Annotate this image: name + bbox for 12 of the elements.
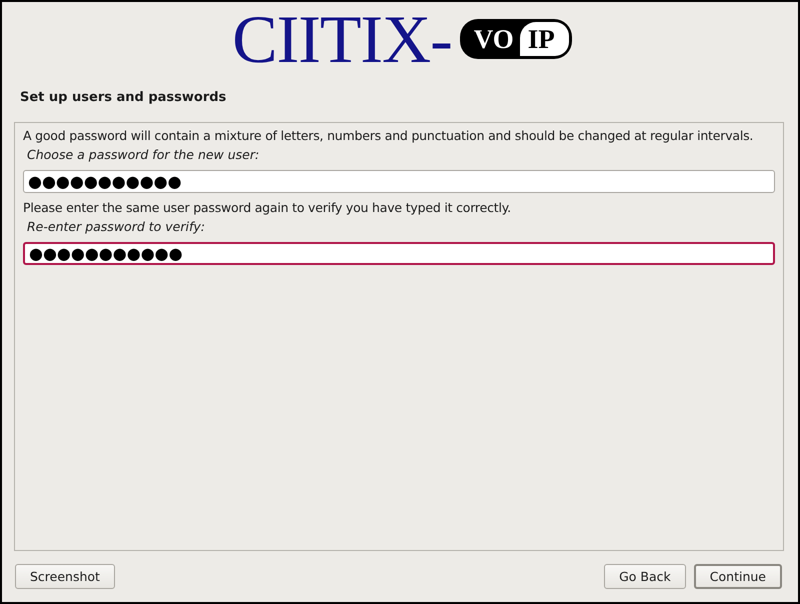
screenshot-button[interactable]: Screenshot [15,564,115,589]
logo-badge: VO IP [460,19,572,59]
continue-button[interactable]: Continue [694,564,782,589]
instruction-text: A good password will contain a mixture of letters, numbers and punctuation and should be changed at regular intervals. [23,128,754,143]
password-field[interactable]: ●●●●●●●●●●● [23,242,775,265]
field-label: Re-enter password to verify: [27,219,206,234]
instruction-text: Please enter the same user password again to verify you have typed it correctly. [23,200,512,215]
password-field[interactable]: ●●●●●●●●●●● [23,170,775,193]
logo-text: CIITIX- [232,5,452,73]
field-label: Choose a password for the new user: [27,147,260,162]
page-heading: Set up users and passwords [20,90,226,105]
back-button[interactable]: Go Back [604,564,686,589]
